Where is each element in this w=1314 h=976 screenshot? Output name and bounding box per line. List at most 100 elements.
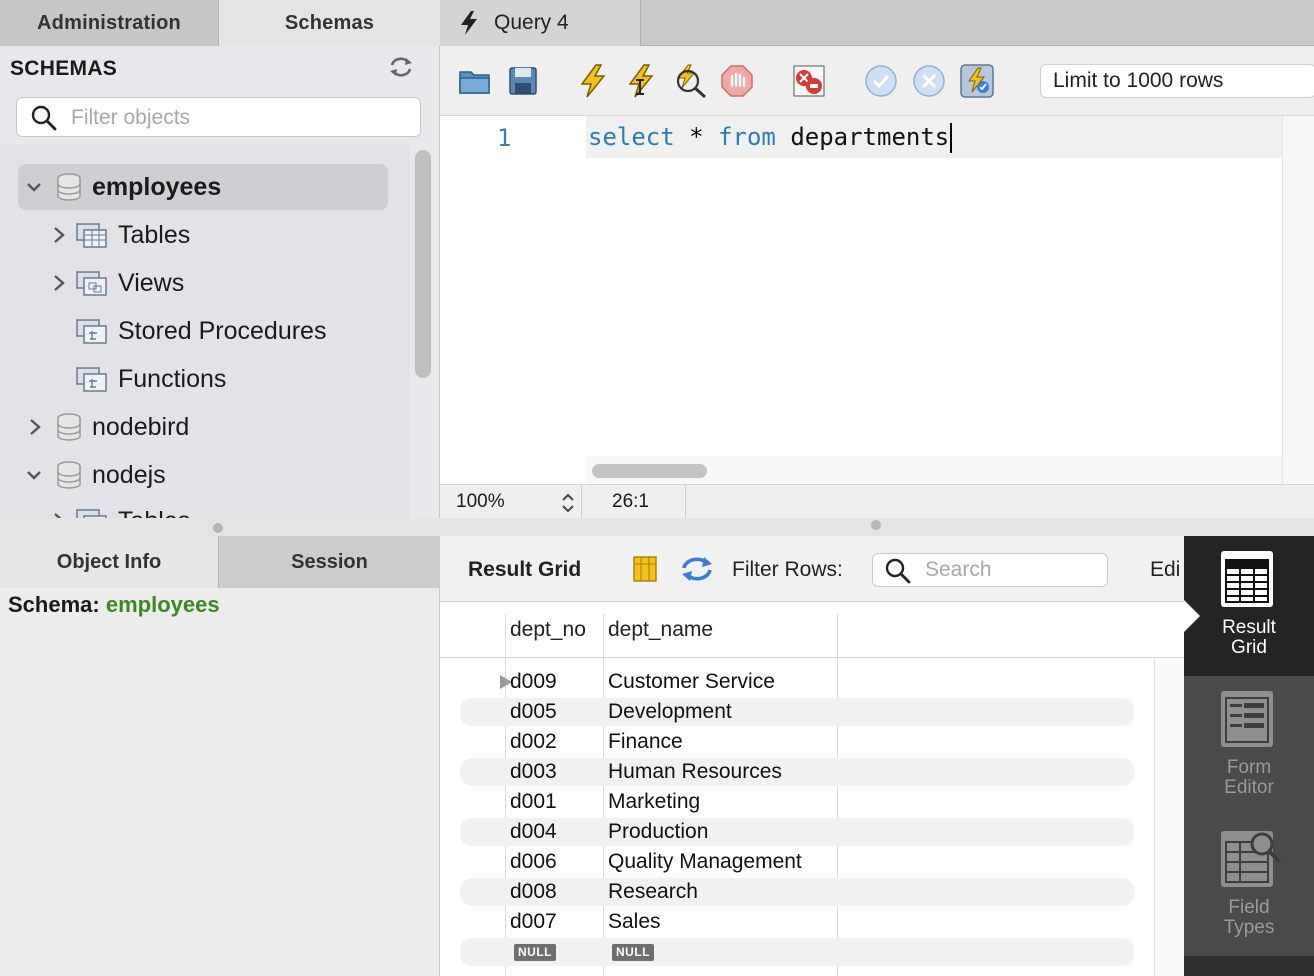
filter-objects-input[interactable]: Filter objects	[16, 97, 421, 137]
tables-folder-icon	[76, 221, 108, 249]
bottom-left-tab-bar: Object Info Session	[0, 536, 440, 588]
schema-item-nodejs[interactable]: nodejs	[26, 452, 166, 498]
splitter-handle[interactable]	[213, 523, 223, 533]
sql-editor[interactable]: 1 select * from departments	[440, 116, 1314, 484]
table-row[interactable]: d003 Human Resources	[460, 758, 1134, 786]
tab-session[interactable]: Session	[219, 536, 440, 588]
cell-dept-no[interactable]: d004	[510, 820, 557, 844]
tree-item-functions[interactable]: Functions	[76, 356, 226, 402]
table-row[interactable]: d004 Production	[460, 818, 1134, 846]
code-line[interactable]: select * from departments	[588, 123, 953, 153]
grid-vertical-scrolltrack[interactable]	[1154, 658, 1184, 976]
refresh-results-icon[interactable]	[680, 554, 714, 584]
cell-dept-no[interactable]: d008	[510, 880, 557, 904]
autocommit-toggle-icon[interactable]	[960, 64, 994, 98]
chevron-down-icon[interactable]	[26, 181, 42, 193]
rollback-x-icon[interactable]	[912, 64, 946, 98]
search-placeholder: Search	[925, 558, 992, 581]
zoom-value: 100%	[456, 491, 505, 512]
tree-item-tables[interactable]: Tables	[52, 498, 190, 518]
open-folder-icon[interactable]	[458, 64, 492, 98]
cell-dept-name[interactable]: Customer Service	[608, 670, 775, 694]
schema-item-nodebird[interactable]: nodebird	[28, 404, 189, 450]
tab-schemas[interactable]: Schemas	[219, 0, 440, 46]
execute-current-icon[interactable]	[624, 64, 658, 98]
result-grid: dept_no dept_name d009 Customer Service …	[440, 602, 1184, 976]
tree-label: Functions	[118, 364, 227, 393]
schema-info-label: Schema:	[8, 592, 100, 617]
tree-item-stored-procedures[interactable]: Stored Procedures	[76, 308, 326, 354]
table-row[interactable]: d006 Quality Management	[460, 848, 1134, 876]
panel-splitter[interactable]	[0, 518, 1314, 536]
cell-dept-no[interactable]: d002	[510, 730, 557, 754]
zoom-stepper-icon[interactable]	[560, 491, 576, 515]
schema-info-value: employees	[105, 592, 220, 617]
execute-lightning-icon[interactable]	[576, 64, 610, 98]
search-icon	[31, 105, 57, 131]
cell-dept-no[interactable]: d003	[510, 760, 557, 784]
stop-on-error-icon[interactable]	[792, 64, 826, 98]
schemas-title: SCHEMAS	[10, 57, 118, 80]
commit-check-icon[interactable]	[864, 64, 898, 98]
cell-dept-name[interactable]: Human Resources	[608, 760, 782, 784]
tree-item-views[interactable]: Views	[52, 260, 184, 306]
table-row[interactable]: d002 Finance	[460, 728, 1134, 756]
cell-dept-name[interactable]: Production	[608, 820, 708, 844]
chevron-down-icon[interactable]	[26, 469, 42, 481]
sidebar-label-result-grid: Result Grid	[1222, 617, 1276, 658]
column-header-dept-no[interactable]: dept_no	[510, 618, 586, 642]
sidebar-label-form-editor: Form Editor	[1224, 757, 1274, 798]
cursor-position: 26:1	[582, 485, 686, 518]
table-row[interactable]: d008 Research	[460, 878, 1134, 906]
query-tab-bar: Query 4	[440, 0, 1314, 46]
cell-dept-no[interactable]: d001	[510, 790, 557, 814]
cell-dept-name[interactable]: Finance	[608, 730, 683, 754]
tree-item-tables[interactable]: Tables	[52, 212, 190, 258]
cell-dept-no[interactable]: d009	[510, 670, 557, 694]
cell-dept-name[interactable]: Research	[608, 880, 698, 904]
explain-magnifier-icon[interactable]	[672, 64, 707, 98]
filter-rows-search-input[interactable]: Search	[872, 553, 1108, 587]
result-grid-icon	[1220, 550, 1274, 608]
column-header-dept-name[interactable]: dept_name	[608, 618, 713, 642]
line-number: 1	[497, 124, 512, 152]
null-badge[interactable]: NULL	[514, 944, 556, 961]
chevron-right-icon[interactable]	[28, 418, 42, 436]
editor-horizontal-scrollbar[interactable]	[592, 464, 707, 478]
sidebar-item-field-types[interactable]: Field Types	[1184, 816, 1314, 956]
schema-item-employees[interactable]: employees	[18, 164, 388, 210]
cell-dept-no[interactable]: d006	[510, 850, 557, 874]
table-row-new[interactable]: NULL NULL	[460, 938, 1134, 966]
cell-dept-name[interactable]: Marketing	[608, 790, 700, 814]
sidebar-item-form-editor[interactable]: Form Editor	[1184, 676, 1314, 816]
schema-info: Schema: employees	[8, 592, 220, 618]
stop-icon[interactable]	[720, 64, 754, 98]
tab-object-info[interactable]: Object Info	[0, 536, 219, 588]
table-row[interactable]: d007 Sales	[460, 908, 1134, 936]
splitter-handle[interactable]	[871, 520, 881, 530]
procedures-folder-icon	[76, 317, 108, 345]
chevron-right-icon[interactable]	[52, 274, 66, 292]
cell-dept-name[interactable]: Quality Management	[608, 850, 802, 874]
cell-dept-name[interactable]: Development	[608, 700, 732, 724]
chevron-right-icon[interactable]	[52, 226, 66, 244]
refresh-schemas-icon[interactable]	[388, 56, 414, 78]
limit-rows-select[interactable]: Limit to 1000 rows	[1040, 64, 1314, 98]
cell-dept-name[interactable]: Sales	[608, 910, 661, 934]
table-row[interactable]: d005 Development	[460, 698, 1134, 726]
column-toggle-icon[interactable]	[632, 555, 658, 583]
schema-name: employees	[92, 172, 222, 201]
tab-query-4[interactable]: Query 4	[440, 0, 641, 46]
editor-vertical-scrolltrack[interactable]	[1282, 116, 1314, 484]
table-row[interactable]: d009 Customer Service	[460, 668, 1134, 696]
sidebar-selection-pointer	[1184, 600, 1200, 632]
save-icon[interactable]	[506, 64, 540, 98]
cell-dept-no[interactable]: d005	[510, 700, 557, 724]
sidebar-item-result-grid[interactable]: Result Grid	[1184, 536, 1314, 676]
tab-administration[interactable]: Administration	[0, 0, 219, 46]
left-tab-bar: Administration Schemas	[0, 0, 440, 46]
cell-dept-no[interactable]: d007	[510, 910, 557, 934]
tree-scrollbar[interactable]	[415, 150, 431, 378]
null-badge[interactable]: NULL	[612, 944, 654, 961]
table-row[interactable]: d001 Marketing	[460, 788, 1134, 816]
